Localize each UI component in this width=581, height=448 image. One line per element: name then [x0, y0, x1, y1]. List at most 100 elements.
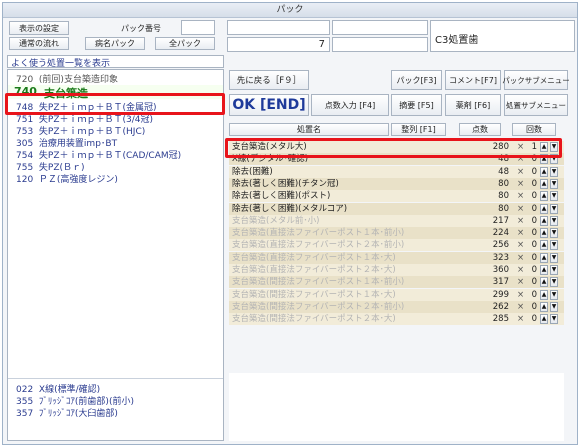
- count-value[interactable]: 0: [527, 276, 537, 288]
- disease-pack-button[interactable]: 病名パック: [85, 37, 145, 50]
- comment-button[interactable]: コメント[F7]: [445, 70, 501, 90]
- decrement-icon[interactable]: ▼: [550, 252, 558, 263]
- count-value[interactable]: 0: [527, 203, 537, 215]
- top-field-4[interactable]: [332, 37, 428, 52]
- window-title: パック: [3, 3, 577, 18]
- table-row[interactable]: 支台築造(メタル前･小) 217 × 0 ▲ ▼: [229, 214, 564, 227]
- count-value[interactable]: 0: [527, 239, 537, 251]
- increment-icon[interactable]: ▲: [540, 228, 548, 239]
- increment-icon[interactable]: ▲: [540, 277, 548, 288]
- decrement-icon[interactable]: ▼: [550, 277, 558, 288]
- list-divider: [8, 378, 223, 379]
- times-symbol: ×: [517, 166, 525, 177]
- list-item[interactable]: 357 ﾌﾞﾘｯｼﾞｺｱ(大臼歯部): [16, 406, 118, 419]
- decrement-icon[interactable]: ▼: [550, 203, 558, 214]
- table-row[interactable]: 支台築造(直接法ファイバーポスト１本･前小) 224 × 0 ▲ ▼: [229, 227, 564, 240]
- treatment-name: 除去(著しく困難)(ポスト): [232, 191, 331, 202]
- table-row[interactable]: 支台築造(間接法ファイバーポスト２本･前小) 262 × 0 ▲ ▼: [229, 300, 564, 313]
- table-row[interactable]: 支台築造(直接法ファイバーポスト１本･大) 323 × 0 ▲ ▼: [229, 251, 564, 264]
- increment-icon[interactable]: ▲: [540, 191, 548, 202]
- table-row[interactable]: 除去(著しく困難)(チタン冠) 80 × 0 ▲ ▼: [229, 177, 564, 190]
- drug-button[interactable]: 薬剤 [F6]: [445, 94, 501, 116]
- list-item[interactable]: 720 (前回)支台築造印象: [16, 72, 118, 85]
- sort-button[interactable]: 整列 [F1]: [391, 123, 446, 136]
- top-field-3[interactable]: [332, 20, 428, 35]
- count-value[interactable]: 0: [527, 264, 537, 276]
- table-row[interactable]: 支台築造(直接法ファイバーポスト２本･大) 360 × 0 ▲ ▼: [229, 264, 564, 276]
- increment-icon[interactable]: ▲: [540, 178, 548, 189]
- list-item-code: 357: [16, 409, 34, 419]
- decrement-icon[interactable]: ▼: [550, 301, 558, 312]
- decrement-icon[interactable]: ▼: [550, 228, 558, 239]
- highlight-box: [5, 93, 225, 115]
- decrement-icon[interactable]: ▼: [550, 265, 558, 275]
- increment-icon[interactable]: ▲: [540, 252, 548, 263]
- summary-button[interactable]: 摘要 [F5]: [391, 94, 442, 116]
- display-settings-button[interactable]: 表示の設定: [9, 21, 69, 35]
- table-row[interactable]: 支台築造(間接法ファイバーポスト２本･大) 285 × 0 ▲ ▼: [229, 313, 564, 326]
- list-item-name: ﾌﾞﾘｯｼﾞｺｱ(大臼歯部): [38, 409, 118, 419]
- increment-icon[interactable]: ▲: [540, 203, 548, 214]
- increment-icon[interactable]: ▲: [540, 240, 548, 251]
- decrement-icon[interactable]: ▼: [550, 178, 558, 189]
- count-value[interactable]: 0: [527, 252, 537, 264]
- count-value[interactable]: 0: [527, 289, 537, 301]
- table-row[interactable]: 除去(困難) 48 × 0 ▲ ▼: [229, 165, 564, 178]
- count-value[interactable]: 0: [527, 190, 537, 202]
- increment-icon[interactable]: ▲: [540, 314, 548, 325]
- back-button[interactable]: 先に戻る［F９］: [229, 70, 309, 90]
- favorites-header[interactable]: よく使う処置一覧を表示: [7, 55, 224, 69]
- increment-icon[interactable]: ▲: [540, 265, 548, 275]
- list-item-code: 120: [16, 175, 34, 185]
- treatment-points: 217: [492, 215, 509, 226]
- pack-number-input[interactable]: [181, 20, 215, 35]
- times-symbol: ×: [517, 301, 525, 312]
- top-field-2[interactable]: 7: [227, 37, 330, 52]
- decrement-icon[interactable]: ▼: [550, 215, 558, 226]
- increment-icon[interactable]: ▲: [540, 166, 548, 177]
- table-row[interactable]: 支台築造(間接法ファイバーポスト１本･前小) 317 × 0 ▲ ▼: [229, 276, 564, 289]
- decrement-icon[interactable]: ▼: [550, 166, 558, 177]
- treatment-name: 支台築造(直接法ファイバーポスト２本･大): [232, 265, 396, 275]
- treatment-name: 支台築造(直接法ファイバーポスト２本･前小): [232, 240, 405, 251]
- count-value[interactable]: 0: [527, 215, 537, 227]
- treatment-points: 224: [492, 228, 509, 239]
- decrement-icon[interactable]: ▼: [550, 289, 558, 300]
- treatment-name: 除去(著しく困難)(チタン冠): [232, 178, 339, 189]
- decrement-icon[interactable]: ▼: [550, 314, 558, 325]
- times-symbol: ×: [517, 228, 525, 239]
- increment-icon[interactable]: ▲: [540, 301, 548, 312]
- treatment-grid: 支台築造(メタル大) 280 × 1 ▲ ▼ X線(デジタル･確認) 48 × 0 ▲ ▼ 除去(困難)…: [229, 141, 564, 371]
- decrement-icon[interactable]: ▼: [550, 191, 558, 202]
- treatment-points: 317: [492, 277, 509, 288]
- count-value[interactable]: 0: [527, 178, 537, 190]
- table-row[interactable]: 支台築造(間接法ファイバーポスト１本･大) 299 × 0 ▲ ▼: [229, 288, 564, 301]
- top-field-1[interactable]: [227, 20, 330, 35]
- decrement-icon[interactable]: ▼: [550, 240, 558, 251]
- times-symbol: ×: [517, 178, 525, 189]
- pack-sub-menu-button[interactable]: パックサブメニュー: [502, 70, 570, 90]
- increment-icon[interactable]: ▲: [540, 289, 548, 300]
- treatment-sub-menu-button[interactable]: 処置サブメニュー: [504, 94, 568, 116]
- list-item[interactable]: 120 ＰＺ(高強度レジン): [16, 172, 118, 185]
- all-pack-button[interactable]: 全パック: [155, 37, 215, 50]
- treatment-points: 48: [498, 166, 509, 177]
- count-value[interactable]: 0: [527, 227, 537, 239]
- count-value[interactable]: 0: [527, 301, 537, 313]
- table-row[interactable]: 支台築造(直接法ファイバーポスト２本･前小) 256 × 0 ▲ ▼: [229, 239, 564, 252]
- list-item-code: 720: [16, 75, 34, 85]
- tooth-info-box: C3処置歯: [430, 20, 575, 52]
- treatment-points: 323: [492, 252, 509, 263]
- normal-flow-button[interactable]: 通常の流れ: [9, 37, 69, 50]
- pack-button[interactable]: パック[F3]: [391, 70, 442, 90]
- points-input-button[interactable]: 点数入力 [F4]: [311, 94, 389, 116]
- treatment-points: 299: [492, 289, 509, 300]
- table-row[interactable]: 除去(著しく困難)(ポスト) 80 × 0 ▲ ▼: [229, 190, 564, 203]
- times-symbol: ×: [517, 314, 525, 325]
- treatment-name: 支台築造(間接法ファイバーポスト１本･前小): [232, 277, 405, 288]
- count-value[interactable]: 0: [527, 166, 537, 178]
- count-value[interactable]: 0: [527, 313, 537, 325]
- table-row[interactable]: 除去(著しく困難)(メタルコア) 80 × 0 ▲ ▼: [229, 202, 564, 215]
- ok-button[interactable]: OK [END]: [229, 94, 309, 116]
- increment-icon[interactable]: ▲: [540, 215, 548, 226]
